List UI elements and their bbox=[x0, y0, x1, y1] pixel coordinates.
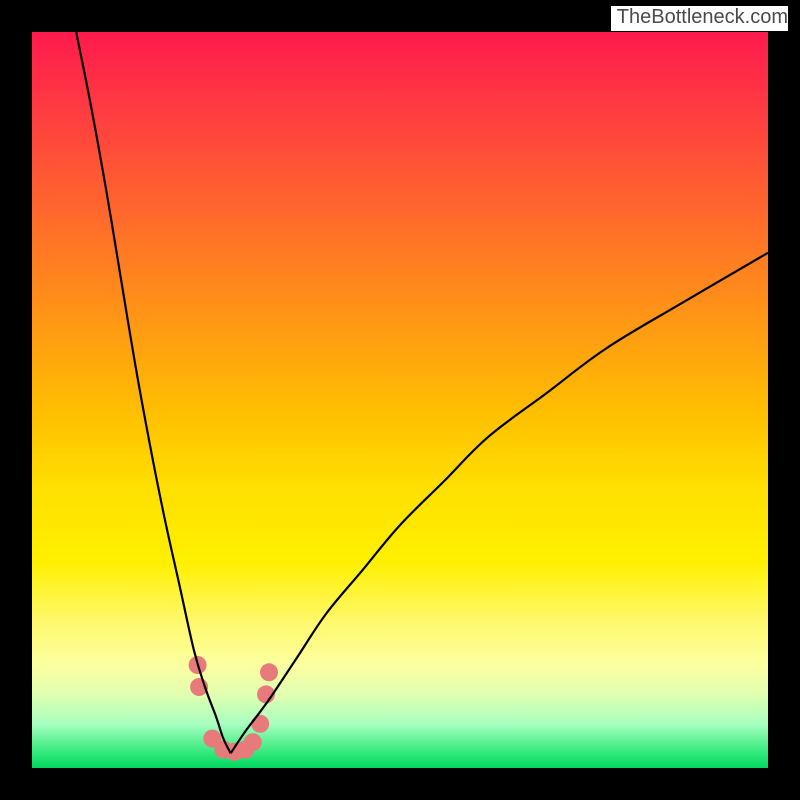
marker-dot bbox=[260, 663, 278, 681]
right-curve bbox=[231, 253, 768, 754]
marker-dot bbox=[251, 715, 269, 733]
left-curve bbox=[76, 32, 231, 753]
curves-svg bbox=[32, 32, 768, 768]
marker-dot bbox=[244, 733, 262, 751]
plot-area bbox=[32, 32, 768, 768]
marker-group bbox=[189, 656, 278, 761]
chart-frame: TheBottleneck.com bbox=[0, 0, 800, 800]
watermark-text: TheBottleneck.com bbox=[611, 6, 788, 31]
